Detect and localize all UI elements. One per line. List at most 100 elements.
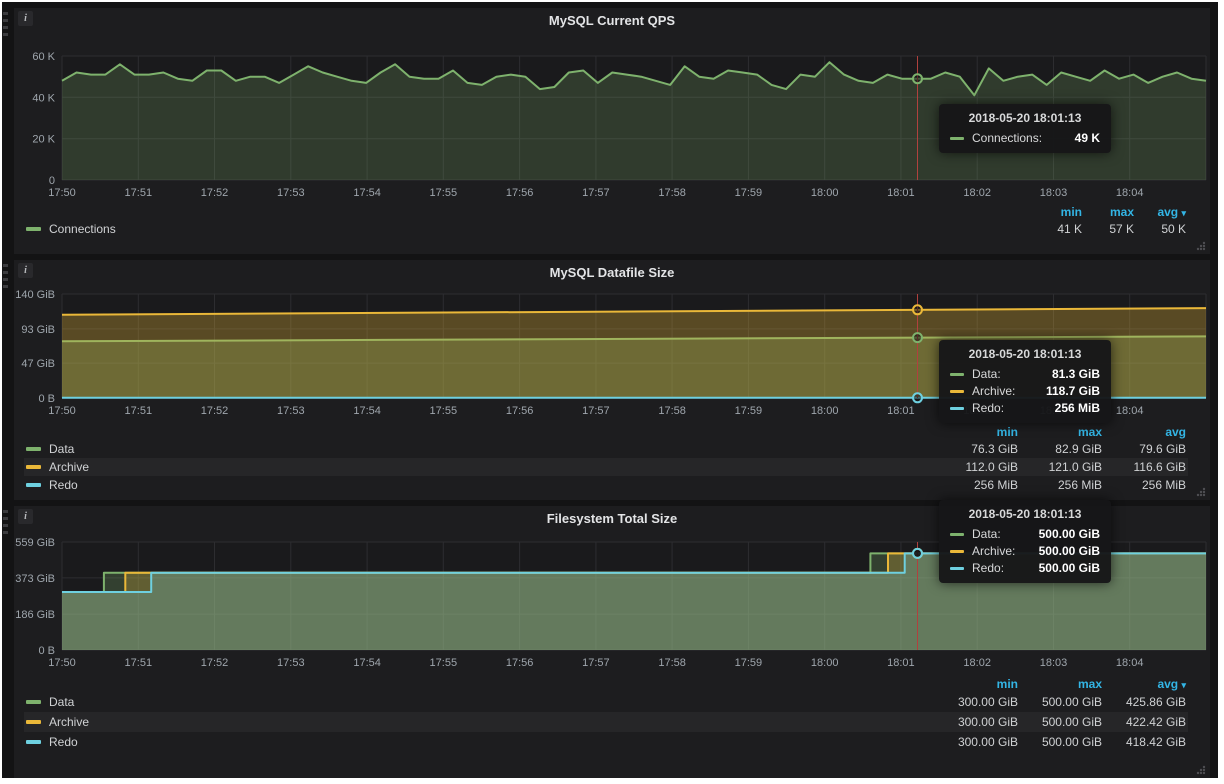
legend-header-avg[interactable]: avg xyxy=(1102,425,1186,439)
svg-text:17:58: 17:58 xyxy=(658,657,686,669)
legend-stat-value: 82.9 GiB xyxy=(1018,442,1102,456)
svg-text:17:55: 17:55 xyxy=(430,657,458,669)
legend-stat-value: 256 MiB xyxy=(1018,478,1102,492)
legend-row: Archive300.00 GiB500.00 GiB422.42 GiB xyxy=(24,712,1188,732)
legend-stat-value: 256 MiB xyxy=(934,478,1018,492)
legend-stat-value: 425.86 GiB xyxy=(1102,695,1186,709)
legend: minmaxavg ▾Data300.00 GiB500.00 GiB425.8… xyxy=(24,676,1188,752)
legend-header-avg[interactable]: avg ▾ xyxy=(1134,205,1186,219)
legend-header-max[interactable]: max xyxy=(1018,677,1102,691)
legend-stat-value: 112.0 GiB xyxy=(934,460,1018,474)
svg-text:17:58: 17:58 xyxy=(658,187,686,199)
legend-stat-value: 500.00 GiB xyxy=(1018,695,1102,709)
svg-text:17:51: 17:51 xyxy=(125,405,153,417)
svg-text:18:04: 18:04 xyxy=(1116,405,1144,417)
legend-header-min[interactable]: min xyxy=(934,677,1018,691)
svg-text:17:52: 17:52 xyxy=(201,657,229,669)
legend-series-redo[interactable]: Redo xyxy=(26,735,78,749)
svg-text:18:02: 18:02 xyxy=(963,187,991,199)
series-color-dash-icon xyxy=(26,740,41,744)
series-color-dash-icon xyxy=(950,550,964,553)
legend-series-archive[interactable]: Archive xyxy=(26,715,89,729)
legend-series-data[interactable]: Data xyxy=(26,442,74,456)
tooltip-series-row: Redo:256 MiB xyxy=(950,401,1100,415)
svg-text:17:57: 17:57 xyxy=(582,187,610,199)
svg-text:0: 0 xyxy=(49,175,55,187)
legend-series-data[interactable]: Data xyxy=(26,695,74,709)
svg-text:18:02: 18:02 xyxy=(963,657,991,669)
legend-row: Connections41 K57 K50 K xyxy=(24,220,1188,238)
legend: minmaxavgData76.3 GiB82.9 GiB79.6 GiB Arc… xyxy=(24,424,1188,494)
legend-header-avg[interactable]: avg ▾ xyxy=(1102,677,1186,691)
tooltip-series-row: Connections:49 K xyxy=(950,131,1100,145)
tooltip-series-row: Data:500.00 GiB xyxy=(950,527,1100,541)
svg-text:18:04: 18:04 xyxy=(1116,187,1144,199)
svg-text:17:50: 17:50 xyxy=(48,187,76,199)
legend-row: Redo256 MiB256 MiB256 MiB xyxy=(24,476,1188,494)
tooltip-series-row: Redo:500.00 GiB xyxy=(950,561,1100,575)
tooltip-timestamp: 2018-05-20 18:01:13 xyxy=(950,347,1100,361)
svg-text:373 GiB: 373 GiB xyxy=(15,573,55,585)
legend-series-connections[interactable]: Connections xyxy=(26,222,116,236)
legend-stat-value: 50 K xyxy=(1134,222,1186,236)
svg-text:18:03: 18:03 xyxy=(1040,187,1068,199)
series-color-dash-icon xyxy=(26,465,41,469)
tooltip-timestamp: 2018-05-20 18:01:13 xyxy=(950,111,1100,125)
chart-tooltip: 2018-05-20 18:01:13Data:81.3 GiBArchive:… xyxy=(939,340,1111,423)
legend-header-max[interactable]: max xyxy=(1018,425,1102,439)
legend-stat-value: 422.42 GiB xyxy=(1102,715,1186,729)
svg-text:17:56: 17:56 xyxy=(506,187,534,199)
legend-stat-value: 300.00 GiB xyxy=(934,695,1018,709)
legend-header-max[interactable]: max xyxy=(1082,205,1134,219)
svg-text:17:54: 17:54 xyxy=(353,187,381,199)
svg-text:0 B: 0 B xyxy=(38,393,55,405)
legend-stat-value: 256 MiB xyxy=(1102,478,1186,492)
series-color-dash-icon xyxy=(950,137,964,140)
tooltip-timestamp: 2018-05-20 18:01:13 xyxy=(950,507,1100,521)
chart-tooltip: 2018-05-20 18:01:13 Data:500.00 GiB Archiv… xyxy=(939,500,1111,583)
svg-text:60 K: 60 K xyxy=(32,51,55,63)
series-color-dash-icon xyxy=(26,700,41,704)
svg-text:17:52: 17:52 xyxy=(201,405,229,417)
series-color-dash-icon xyxy=(950,390,964,393)
svg-text:93 GiB: 93 GiB xyxy=(21,324,55,336)
svg-text:18:01: 18:01 xyxy=(887,405,915,417)
svg-text:17:53: 17:53 xyxy=(277,657,305,669)
svg-text:559 GiB: 559 GiB xyxy=(15,537,55,549)
svg-text:140 GiB: 140 GiB xyxy=(15,289,55,301)
series-color-dash-icon xyxy=(26,447,41,451)
legend-header-min[interactable]: min xyxy=(934,425,1018,439)
svg-text:17:56: 17:56 xyxy=(506,657,534,669)
series-color-dash-icon xyxy=(26,720,41,724)
svg-text:17:50: 17:50 xyxy=(48,657,76,669)
panel-drag-handle[interactable] xyxy=(3,510,8,536)
svg-text:17:57: 17:57 xyxy=(582,657,610,669)
legend-row: Archive112.0 GiB121.0 GiB116.6 GiB xyxy=(24,458,1188,476)
svg-text:20 K: 20 K xyxy=(32,134,55,146)
legend-header-min[interactable]: min xyxy=(1030,205,1082,219)
legend-stat-value: 500.00 GiB xyxy=(1018,735,1102,749)
svg-text:18:01: 18:01 xyxy=(887,187,915,199)
series-color-dash-icon xyxy=(26,227,41,231)
legend-stat-value: 300.00 GiB xyxy=(934,735,1018,749)
svg-text:17:53: 17:53 xyxy=(277,405,305,417)
panel-drag-handle[interactable] xyxy=(3,12,8,38)
panel-drag-handle[interactable] xyxy=(3,264,8,290)
tooltip-series-row: Data:81.3 GiB xyxy=(950,367,1100,381)
legend-row: Data76.3 GiB82.9 GiB79.6 GiB xyxy=(24,440,1188,458)
panel-resize-handle[interactable] xyxy=(1195,485,1207,497)
series-color-dash-icon xyxy=(26,483,41,487)
svg-text:17:54: 17:54 xyxy=(353,657,381,669)
panel-resize-handle[interactable] xyxy=(1195,763,1207,775)
legend-series-redo[interactable]: Redo xyxy=(26,478,78,492)
svg-text:186 GiB: 186 GiB xyxy=(15,609,55,621)
svg-text:18:00: 18:00 xyxy=(811,657,839,669)
legend-stat-value: 300.00 GiB xyxy=(934,715,1018,729)
svg-text:17:59: 17:59 xyxy=(735,187,763,199)
legend-series-archive[interactable]: Archive xyxy=(26,460,89,474)
legend-stat-value: 57 K xyxy=(1082,222,1134,236)
tooltip-series-row: Archive:500.00 GiB xyxy=(950,544,1100,558)
series-color-dash-icon xyxy=(950,567,964,570)
panel-resize-handle[interactable] xyxy=(1195,239,1207,251)
grafana-dashboard: i MySQL Current QPS 020 K40 K60 K17:5017… xyxy=(2,2,1218,778)
